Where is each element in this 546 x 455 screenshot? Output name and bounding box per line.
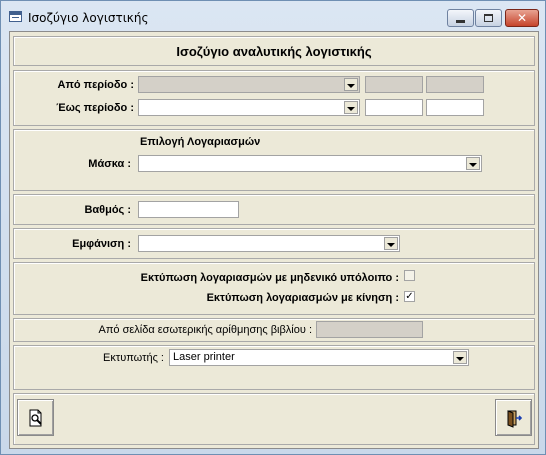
- form-body: Ισοζύγιο αναλυτικής λογιστικής Από περίο…: [9, 31, 539, 449]
- accounts-heading: Επιλογή Λογαριασμών: [140, 136, 261, 148]
- from-period-end-field[interactable]: [426, 76, 484, 93]
- printer-section: Εκτυπωτής : Laser printer: [13, 345, 535, 390]
- app-window: Ισοζύγιο λογιστικής ✕ Ισοζύγιο αναλυτική…: [0, 0, 546, 455]
- display-combo[interactable]: [138, 235, 400, 252]
- from-period-dropdown-button[interactable]: [344, 78, 358, 91]
- period-section: Από περίοδο : Έως περίοδο :: [13, 70, 535, 126]
- minimize-button[interactable]: [447, 9, 474, 27]
- check-icon: ✓: [405, 291, 414, 302]
- movement-checkbox[interactable]: ✓: [404, 291, 415, 302]
- to-period-label: Έως περίοδο :: [56, 102, 134, 114]
- form-title: Ισοζύγιο αναλυτικής λογιστικής: [176, 44, 372, 59]
- exit-button[interactable]: [495, 399, 532, 436]
- from-period-combo[interactable]: [138, 76, 360, 93]
- from-period-start-field[interactable]: [365, 76, 423, 93]
- close-button[interactable]: ✕: [505, 9, 539, 27]
- display-dropdown-button[interactable]: [384, 237, 398, 250]
- page-start-field[interactable]: [316, 321, 423, 338]
- to-period-dropdown-button[interactable]: [344, 101, 358, 114]
- print-preview-button[interactable]: [17, 399, 54, 436]
- zero-balance-checkbox[interactable]: [404, 270, 415, 281]
- mask-label: Μάσκα :: [88, 158, 131, 170]
- display-section: Εμφάνιση :: [13, 228, 535, 259]
- maximize-icon: [484, 14, 493, 22]
- from-period-label: Από περίοδο :: [57, 79, 134, 91]
- page-label: Από σελίδα εσωτερικής αρίθμησης βιβλίου …: [98, 324, 312, 336]
- exit-door-icon: [507, 409, 522, 428]
- title-bar[interactable]: Ισοζύγιο λογιστικής ✕: [1, 1, 545, 31]
- close-icon: ✕: [516, 11, 528, 25]
- accounts-section: Επιλογή Λογαριασμών Μάσκα :: [13, 129, 535, 191]
- printer-dropdown-button[interactable]: [453, 351, 467, 364]
- maximize-button[interactable]: [475, 9, 502, 27]
- level-section: Βαθμός :: [13, 194, 535, 225]
- chevron-down-icon: [387, 242, 395, 247]
- chevron-down-icon: [456, 356, 464, 361]
- chevron-down-icon: [347, 106, 355, 111]
- level-field[interactable]: [138, 201, 239, 218]
- to-period-combo[interactable]: [138, 99, 360, 116]
- minimize-icon: [456, 19, 465, 23]
- mask-dropdown-button[interactable]: [466, 157, 480, 170]
- to-period-start-field[interactable]: [365, 99, 423, 116]
- page-section: Από σελίδα εσωτερικής αρίθμησης βιβλίου …: [13, 318, 535, 342]
- chevron-down-icon: [347, 83, 355, 88]
- zero-balance-label: Εκτύπωση λογαριασμών με μηδενικό υπόλοιπ…: [140, 272, 399, 284]
- display-label: Εμφάνιση :: [72, 238, 131, 250]
- window-title: Ισοζύγιο λογιστικής: [28, 11, 149, 25]
- printer-value: Laser printer: [173, 351, 235, 363]
- print-preview-icon: [29, 409, 42, 426]
- printer-label: Εκτυπωτής :: [103, 352, 164, 364]
- chevron-down-icon: [469, 162, 477, 167]
- header-section: Ισοζύγιο αναλυτικής λογιστικής: [13, 36, 535, 66]
- printer-combo[interactable]: Laser printer: [169, 349, 469, 366]
- options-section: Εκτύπωση λογαριασμών με μηδενικό υπόλοιπ…: [13, 262, 535, 315]
- footer-section: [13, 393, 535, 445]
- to-period-end-field[interactable]: [426, 99, 484, 116]
- form-icon: [9, 11, 22, 22]
- level-label: Βαθμός :: [84, 204, 131, 216]
- movement-label: Εκτύπωση λογαριασμών με κίνηση :: [206, 292, 399, 304]
- mask-combo[interactable]: [138, 155, 482, 172]
